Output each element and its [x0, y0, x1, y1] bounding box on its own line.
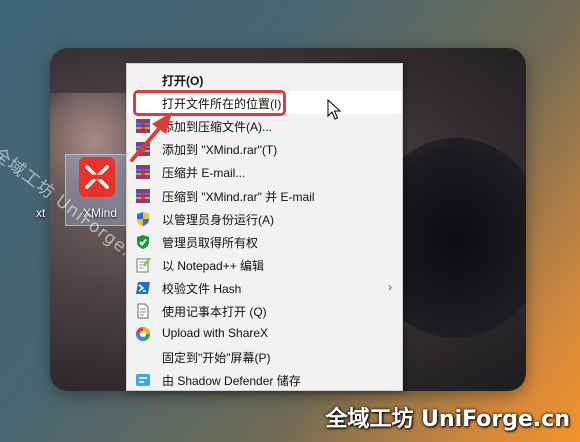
context-menu-item-label: Upload with ShareX: [162, 326, 269, 341]
context-menu-item-label: 校验文件 Hash: [162, 281, 242, 296]
annotation-highlight-box: [133, 90, 286, 116]
brand-watermark: 全域工坊 UniForge.cn: [325, 407, 570, 432]
document-icon: [135, 303, 151, 319]
winrar-icon: [135, 118, 151, 134]
context-menu-item-11[interactable]: Upload with ShareX: [127, 322, 402, 345]
context-menu-item-6[interactable]: 以管理员身份运行(A): [127, 207, 402, 230]
context-menu-item-label: 添加到 "XMind.rar"(T): [162, 143, 278, 158]
context-menu-item-0[interactable]: 打开(O): [127, 68, 402, 91]
shadow-defender-icon: [135, 372, 151, 388]
sharex-icon: [135, 326, 151, 342]
notepad-plus-plus-icon: [135, 257, 151, 273]
powershell-icon: [135, 280, 151, 296]
context-menu-item-label: 以 Notepad++ 编辑: [162, 258, 265, 273]
context-menu-item-7[interactable]: 管理员取得所有权: [127, 230, 402, 253]
mouse-cursor-icon: [327, 99, 341, 120]
context-menu-item-label: 打开(O): [162, 74, 204, 88]
chevron-right-icon: ›: [388, 279, 392, 294]
context-menu-item-label: 使用记事本打开 (Q): [162, 305, 267, 319]
context-menu-item-label: 管理员取得所有权: [162, 235, 259, 250]
uac-shield-icon: [135, 211, 151, 227]
desktop-file-label-partial[interactable]: xt: [36, 206, 45, 220]
context-menu-item-label: 以管理员身份运行(A): [162, 212, 274, 227]
context-menu-item-2[interactable]: 添加到压缩文件(A)...: [127, 114, 402, 137]
menu-icon-placeholder: [135, 349, 151, 365]
winrar-icon: [135, 164, 151, 180]
context-menu-item-10[interactable]: 使用记事本打开 (Q): [127, 299, 402, 322]
context-menu-item-8[interactable]: 以 Notepad++ 编辑: [127, 253, 402, 276]
context-menu-item-label: 添加到压缩文件(A)...: [162, 120, 272, 135]
context-menu-item-4[interactable]: 压缩并 E-mail...: [127, 160, 402, 183]
xmind-app-icon[interactable]: [79, 157, 115, 197]
context-menu-item-3[interactable]: 添加到 "XMind.rar"(T): [127, 137, 402, 160]
winrar-icon: [135, 141, 151, 157]
green-shield-check-icon: [135, 234, 151, 250]
context-menu-item-12[interactable]: 固定到"开始"屏幕(P): [127, 345, 402, 368]
context-menu-item-label: 压缩到 "XMind.rar" 并 E-mail: [162, 189, 315, 204]
context-menu-item-label: 压缩并 E-mail...: [162, 166, 246, 181]
winrar-icon: [135, 188, 151, 204]
context-menu-item-label: 由 Shadow Defender 储存: [162, 374, 301, 389]
context-menu-item-9[interactable]: 校验文件 Hash ›: [127, 276, 402, 299]
context-menu-item-label: 固定到"开始"屏幕(P): [162, 351, 271, 366]
context-menu-item-13[interactable]: 由 Shadow Defender 储存: [127, 368, 402, 391]
context-menu-item-5[interactable]: 压缩到 "XMind.rar" 并 E-mail: [127, 184, 402, 207]
menu-icon-placeholder: [135, 72, 151, 88]
